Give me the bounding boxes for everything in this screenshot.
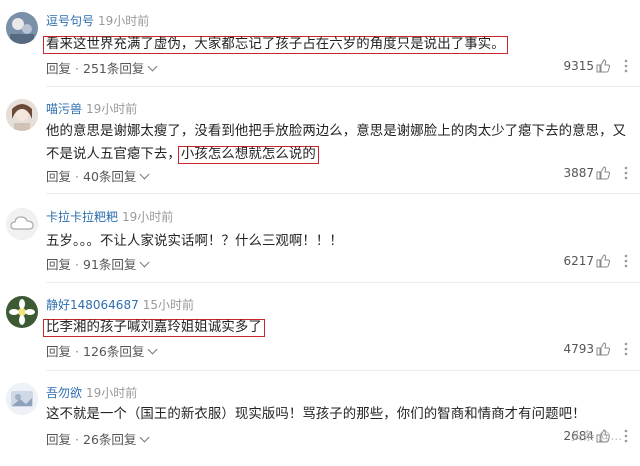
username[interactable]: 静好148064687 — [46, 298, 139, 312]
divider — [46, 86, 640, 87]
watermark: 头条 @... — [570, 429, 622, 443]
username[interactable]: 吾勿欲 — [46, 386, 82, 400]
view-replies-button[interactable]: 91条回复 — [83, 257, 136, 272]
more-icon[interactable] — [620, 59, 632, 73]
highlighted-text: 比李湘的孩子喊刘嘉玲姐姐诚实多了 — [43, 319, 265, 337]
like-count: 4793 — [563, 342, 594, 356]
timestamp: 19小时前 — [86, 386, 138, 400]
chevron-down-icon[interactable] — [139, 169, 150, 180]
timestamp: 19小时前 — [122, 210, 174, 224]
thumbs-up-icon[interactable] — [596, 166, 610, 180]
view-replies-button[interactable]: 251条回复 — [83, 61, 144, 76]
more-icon[interactable] — [620, 254, 632, 268]
divider — [46, 370, 640, 371]
avatar[interactable] — [6, 208, 38, 240]
like-count: 9315 — [563, 59, 594, 73]
comment-text: 看来这世界充满了虚伪，大家都忘记了孩子占在六岁的角度只是说出了事实。 — [43, 33, 632, 56]
username[interactable]: 喵污兽 — [46, 102, 82, 116]
comment-text: 五岁。。。不让人家说实话啊！？什么三观啊！！！ — [46, 230, 632, 253]
divider — [46, 193, 640, 194]
username[interactable]: 卡拉卡拉粑粑 — [46, 210, 118, 224]
comment-actions: 回复 · 251条回复 — [46, 58, 158, 77]
reply-button[interactable]: 回复 — [46, 61, 71, 76]
highlighted-text: 小孩怎么想就怎么说的 — [177, 146, 319, 164]
divider — [46, 282, 640, 283]
avatar[interactable] — [6, 296, 38, 328]
highlighted-text: 看来这世界充满了虚伪，大家都忘记了孩子占在六岁的角度只是说出了事实。 — [43, 36, 508, 54]
reply-button[interactable]: 回复 — [46, 432, 71, 447]
avatar[interactable] — [6, 383, 38, 415]
username[interactable]: 逗号句号 — [46, 14, 94, 28]
comment-text-plain: 五岁。。。不让人家说实话啊！？什么三观啊！！！ — [46, 234, 343, 249]
comment-text: 他的意思是谢娜太瘦了，没看到他把手放脸两边么，意思是谢娜脸上的肉太少了瘪下去的意… — [46, 120, 632, 166]
comment-text: 这不就是一个（国王的新衣服）现实版吗！骂孩子的那些，你们的智商和情商才有问题吧！ — [46, 403, 632, 426]
chevron-down-icon[interactable] — [139, 432, 150, 443]
thumbs-up-icon[interactable] — [596, 342, 610, 356]
comment-text: 比李湘的孩子喊刘嘉玲姐姐诚实多了 — [43, 316, 632, 339]
more-icon[interactable] — [620, 342, 632, 356]
thumbs-up-icon[interactable] — [596, 59, 610, 73]
thumbs-up-icon[interactable] — [596, 254, 610, 268]
chevron-down-icon[interactable] — [147, 61, 158, 72]
avatar[interactable] — [6, 12, 38, 44]
comment-actions: 回复 · 126条回复 — [46, 341, 158, 360]
chevron-down-icon[interactable] — [139, 257, 150, 268]
like-count: 6217 — [563, 254, 594, 268]
view-replies-button[interactable]: 40条回复 — [83, 169, 136, 184]
comment-actions: 回复 · 91条回复 — [46, 254, 150, 273]
timestamp: 15小时前 — [142, 298, 194, 312]
reply-button[interactable]: 回复 — [46, 344, 71, 359]
chevron-down-icon[interactable] — [147, 344, 158, 355]
more-icon[interactable] — [620, 166, 632, 180]
comment-text-plain: 他的意思是谢娜太瘦了，没看到他把手放脸两边么，意思是谢娜脸上的肉太少了瘪下去的意… — [46, 124, 627, 162]
timestamp: 19小时前 — [98, 14, 150, 28]
comment-actions: 回复 · 26条回复 — [46, 429, 150, 448]
reply-button[interactable]: 回复 — [46, 257, 71, 272]
timestamp: 19小时前 — [86, 102, 138, 116]
like-count: 3887 — [563, 166, 594, 180]
avatar[interactable] — [6, 99, 38, 131]
view-replies-button[interactable]: 126条回复 — [83, 344, 144, 359]
comment-actions: 回复 · 40条回复 — [46, 166, 150, 185]
comment-text-plain: 这不就是一个（国王的新衣服）现实版吗！骂孩子的那些，你们的智商和情商才有问题吧！ — [46, 407, 586, 422]
reply-button[interactable]: 回复 — [46, 169, 71, 184]
view-replies-button[interactable]: 26条回复 — [83, 432, 136, 447]
